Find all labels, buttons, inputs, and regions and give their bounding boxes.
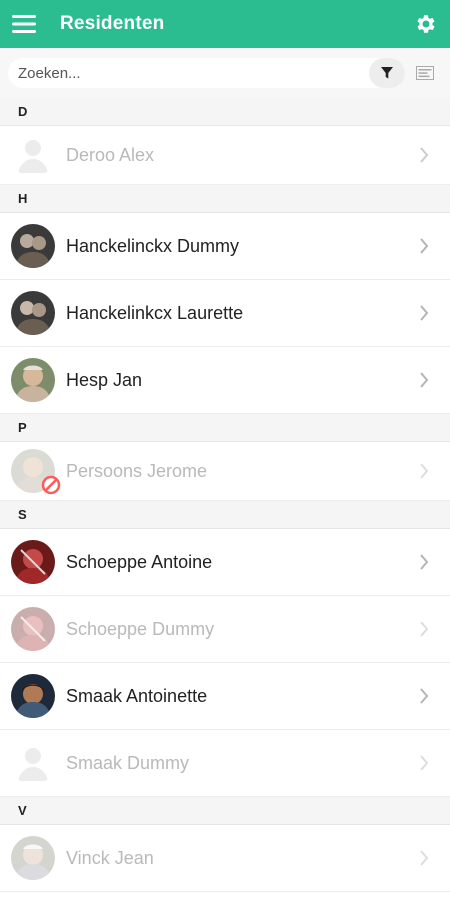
- resident-photo: [11, 836, 55, 880]
- resident-photo: [11, 540, 55, 584]
- resident-row[interactable]: Deroo Alex: [0, 126, 450, 185]
- resident-name: Schoeppe Antoine: [66, 551, 213, 572]
- resident-row[interactable]: Smaak Dummy: [0, 730, 450, 797]
- avatar: [11, 836, 55, 880]
- resident-row[interactable]: Hanckelinkcx Laurette: [0, 280, 450, 347]
- chevron-right-icon: [414, 147, 434, 163]
- avatar: [11, 449, 61, 495]
- resident-name: Hesp Jan: [66, 369, 143, 390]
- avatar: [11, 224, 55, 268]
- resident-row[interactable]: Hesp Jan: [0, 347, 450, 414]
- avatar: [11, 607, 55, 651]
- chevron-right-icon: [414, 621, 434, 637]
- section-header-p: P: [0, 414, 450, 442]
- resident-photo: [11, 291, 55, 335]
- resident-name: Deroo Alex: [66, 144, 155, 165]
- avatar: [11, 133, 55, 177]
- chevron-right-icon: [414, 688, 434, 704]
- resident-row[interactable]: Schoeppe Dummy: [0, 596, 450, 663]
- avatar: [11, 741, 55, 785]
- filter-icon: [381, 67, 393, 79]
- filter-button[interactable]: [369, 58, 405, 88]
- chevron-right-icon: [414, 850, 434, 866]
- search-bar: [0, 48, 450, 98]
- settings-button[interactable]: [402, 0, 450, 48]
- section-header-s: S: [0, 501, 450, 529]
- resident-photo: [11, 607, 55, 651]
- avatar: [11, 358, 55, 402]
- blocked-icon: [41, 475, 61, 495]
- gear-icon: [417, 15, 435, 33]
- avatar: [11, 540, 55, 584]
- app-bar: Residenten: [0, 0, 450, 48]
- person-placeholder-icon: [11, 133, 55, 177]
- list-view-icon: [416, 66, 434, 80]
- section-header-h: H: [0, 185, 450, 213]
- resident-name: Hanckelinkcx Laurette: [66, 302, 244, 323]
- search-input[interactable]: [8, 58, 369, 88]
- resident-photo: [11, 224, 55, 268]
- resident-row[interactable]: Persoons Jerome: [0, 442, 450, 501]
- resident-photo: [11, 674, 55, 718]
- section-header-d: D: [0, 98, 450, 126]
- resident-name: Hanckelinckx Dummy: [66, 235, 240, 256]
- search-box: [8, 58, 405, 88]
- resident-row[interactable]: Smaak Antoinette: [0, 663, 450, 730]
- resident-name: Smaak Dummy: [66, 752, 190, 773]
- chevron-right-icon: [414, 238, 434, 254]
- resident-name: Smaak Antoinette: [66, 685, 208, 706]
- view-toggle-button[interactable]: [405, 58, 445, 88]
- resident-photo: [11, 358, 55, 402]
- resident-name: Schoeppe Dummy: [66, 618, 215, 639]
- resident-row[interactable]: Schoeppe Antoine: [0, 529, 450, 596]
- chevron-right-icon: [414, 755, 434, 771]
- residents-list: D Deroo Alex H Hanckelinckx Dummy Hancke…: [0, 98, 450, 892]
- page-title: Residenten: [60, 13, 165, 34]
- resident-row[interactable]: Vinck Jean: [0, 825, 450, 892]
- resident-name: Vinck Jean: [66, 847, 154, 868]
- chevron-right-icon: [414, 305, 434, 321]
- person-placeholder-icon: [11, 741, 55, 785]
- section-header-v: V: [0, 797, 450, 825]
- resident-name: Persoons Jerome: [66, 460, 208, 481]
- avatar: [11, 674, 55, 718]
- resident-row[interactable]: Hanckelinckx Dummy: [0, 213, 450, 280]
- chevron-right-icon: [414, 463, 434, 479]
- chevron-right-icon: [414, 372, 434, 388]
- hamburger-menu-icon: [12, 15, 36, 33]
- avatar: [11, 291, 55, 335]
- chevron-right-icon: [414, 554, 434, 570]
- menu-button[interactable]: [0, 0, 48, 48]
